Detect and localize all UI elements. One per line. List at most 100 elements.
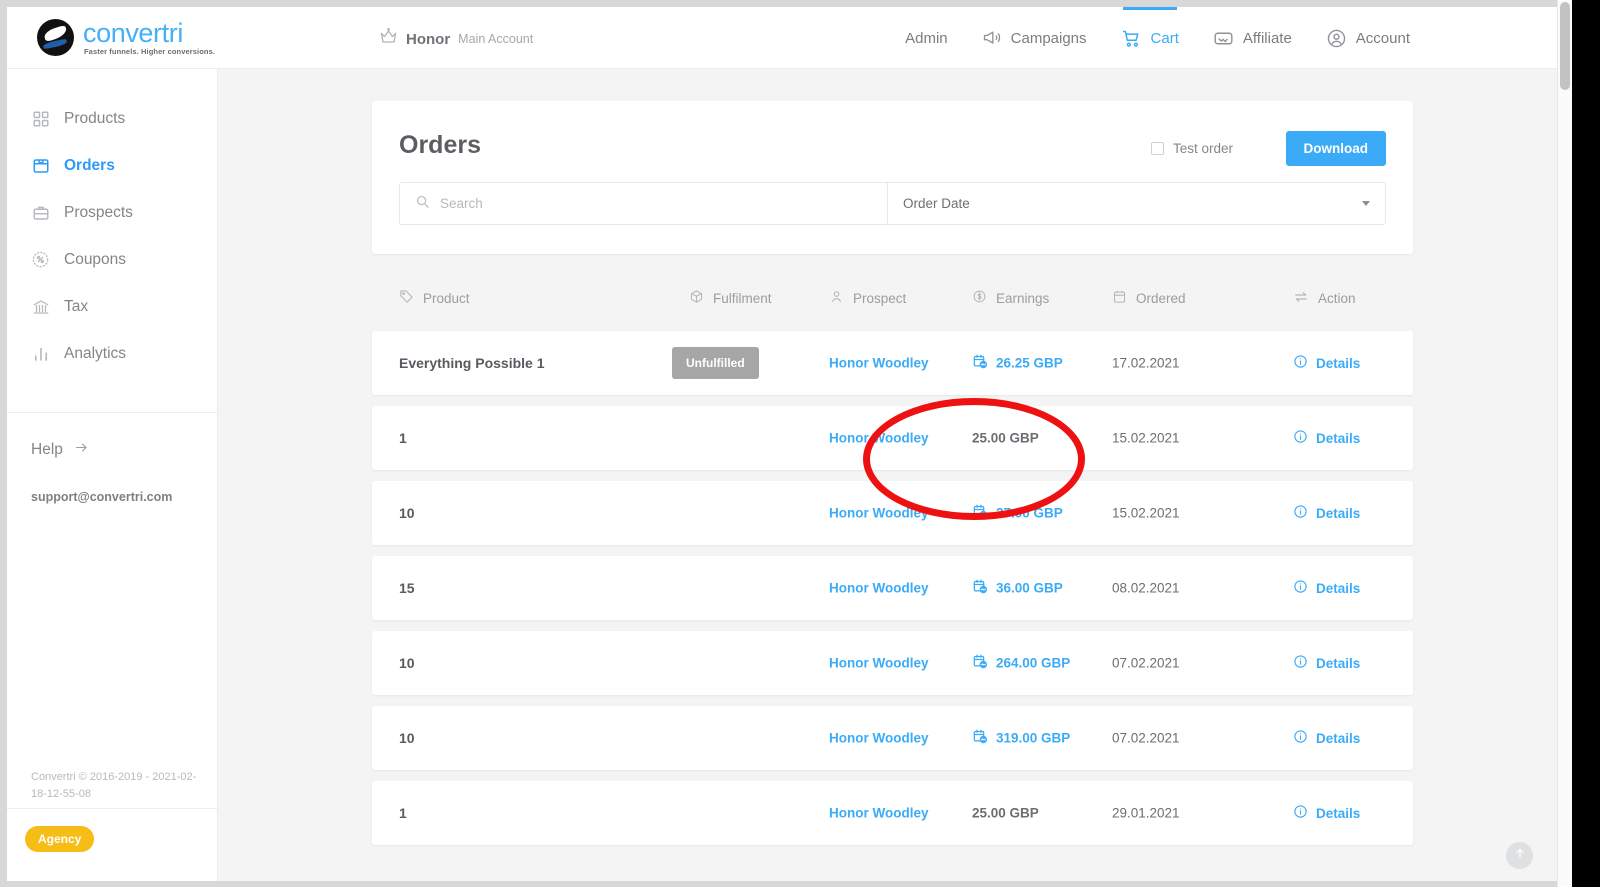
sidebar-label-analytics: Analytics (64, 344, 127, 362)
cell-prospect-link[interactable]: Honor Woodley (829, 731, 929, 746)
details-label: Details (1316, 430, 1361, 446)
cell-earnings: 264.00 GBP (972, 654, 1070, 673)
details-link[interactable]: Details (1293, 729, 1360, 747)
table-row[interactable]: 1 Honor Woodley 25.00 GBP 29.01.2021 Details (372, 781, 1413, 845)
recurring-subscription-icon (972, 504, 988, 523)
cell-prospect-link[interactable]: Honor Woodley (829, 656, 929, 671)
app-header: convertri Faster funnels. Higher convers… (7, 7, 1565, 69)
sidebar-item-prospects[interactable]: Prospects (7, 189, 217, 236)
cell-product: 1 (399, 430, 407, 446)
cell-product: Everything Possible 1 (399, 355, 545, 371)
cell-prospect-link[interactable]: Honor Woodley (829, 356, 929, 371)
tag-icon (399, 289, 414, 307)
cell-prospect-link[interactable]: Honor Woodley (829, 506, 929, 521)
details-label: Details (1316, 805, 1361, 821)
sidebar-label-coupons: Coupons (64, 250, 127, 268)
details-label: Details (1316, 355, 1361, 371)
info-circle-icon (1293, 729, 1308, 747)
page-scrollbar-track[interactable] (1557, 0, 1572, 887)
calendar-icon (1112, 289, 1127, 307)
agency-badge[interactable]: Agency (25, 826, 95, 852)
cell-product: 10 (399, 730, 415, 746)
grid-icon (31, 109, 50, 128)
sidebar-item-analytics[interactable]: Analytics (7, 330, 217, 377)
cell-ordered-date: 29.01.2021 (1112, 805, 1180, 821)
table-row[interactable]: 10 Honor Woodley 319.00 GBP 07.02.2021 Detai… (372, 706, 1413, 770)
help-link[interactable]: Help (31, 440, 89, 460)
sidebar-item-products[interactable]: Products (7, 95, 217, 142)
account-switcher[interactable]: Honor Main Account (379, 27, 533, 51)
support-email-link[interactable]: support@convertri.com (31, 490, 172, 504)
page-scrollbar-thumb[interactable] (1560, 2, 1570, 90)
download-button[interactable]: Download (1285, 131, 1386, 166)
column-label-fulfilment: Fulfilment (713, 290, 772, 306)
checkbox-box (1150, 142, 1164, 155)
main-content: Orders Test order Download Order Date (218, 69, 1557, 881)
table-row[interactable]: 10 Honor Woodley 27.00 GBP 15.02.2021 Detail… (372, 481, 1413, 545)
nav-item-account[interactable]: Account (1326, 7, 1410, 69)
box-icon (31, 156, 50, 175)
details-link[interactable]: Details (1293, 579, 1360, 597)
cell-earnings: 27.00 GBP (972, 504, 1063, 523)
page-title: Orders (399, 131, 481, 159)
cell-prospect-link[interactable]: Honor Woodley (829, 431, 929, 446)
details-link[interactable]: Details (1293, 354, 1360, 372)
cell-prospect-link[interactable]: Honor Woodley (829, 806, 929, 821)
nav-item-cart[interactable]: Cart (1121, 7, 1179, 69)
status-badge[interactable]: Unfulfilled (672, 347, 759, 379)
table-row[interactable]: 10 Honor Woodley 264.00 GBP 07.02.2021 Detai… (372, 631, 1413, 695)
table-row[interactable]: 1 Honor Woodley 25.00 GBP 15.02.2021 Details (372, 406, 1413, 470)
window-right-edge (1572, 0, 1600, 887)
cell-prospect-link[interactable]: Honor Woodley (829, 581, 929, 596)
nav-item-affiliate[interactable]: Affiliate (1213, 7, 1292, 69)
column-header-earnings: Earnings (972, 289, 1049, 307)
recurring-subscription-icon (972, 654, 988, 673)
recurring-subscription-icon (972, 729, 988, 748)
cell-fulfilment: Unfulfilled (672, 347, 759, 379)
cell-product: 10 (399, 505, 415, 521)
sidebar-item-coupons[interactable]: Coupons (7, 236, 217, 283)
sidebar-item-tax[interactable]: Tax (7, 283, 217, 330)
cell-earnings: 319.00 GBP (972, 729, 1070, 748)
column-header-fulfilment: Fulfilment (689, 289, 772, 307)
account-name: Honor (406, 30, 451, 48)
table-row[interactable]: 15 Honor Woodley 36.00 GBP 08.02.2021 Detail… (372, 556, 1413, 620)
earnings-value: 25.00 GBP (972, 805, 1039, 821)
sidebar-item-orders[interactable]: Orders (7, 142, 217, 189)
top-nav: Admin Campaigns Cart Affiliate Account (905, 7, 1410, 69)
cell-ordered-date: 15.02.2021 (1112, 430, 1180, 446)
order-date-select-value: Order Date (903, 196, 970, 211)
details-link[interactable]: Details (1293, 654, 1360, 672)
test-order-label: Test order (1172, 141, 1233, 156)
cell-product: 1 (399, 805, 407, 821)
column-label-ordered: Ordered (1136, 290, 1186, 306)
nav-item-campaigns[interactable]: Campaigns (982, 7, 1087, 69)
handshake-icon (1213, 28, 1234, 49)
account-subtitle: Main Account (458, 32, 534, 46)
details-label: Details (1316, 730, 1361, 746)
cell-ordered-date: 17.02.2021 (1112, 355, 1180, 371)
details-link[interactable]: Details (1293, 504, 1360, 522)
convertri-logo[interactable]: convertri Faster funnels. Higher convers… (37, 19, 215, 56)
order-date-select[interactable]: Order Date (888, 183, 1385, 224)
search-input[interactable] (440, 196, 872, 211)
user-circle-icon (1326, 28, 1347, 49)
nav-item-admin[interactable]: Admin (905, 7, 948, 69)
convertri-logo-icon (37, 19, 74, 56)
search-field[interactable] (400, 183, 888, 224)
test-order-checkbox[interactable]: Test order (1150, 141, 1233, 156)
details-link[interactable]: Details (1293, 804, 1360, 822)
cell-product: 15 (399, 580, 415, 596)
nav-label-cart: Cart (1150, 29, 1179, 47)
table-row[interactable]: Everything Possible 1 Unfulfilled Honor Wo… (372, 331, 1413, 395)
cell-ordered-date: 07.02.2021 (1112, 655, 1180, 671)
window-top-strip (0, 0, 1600, 7)
scroll-to-top-button[interactable] (1506, 842, 1533, 869)
details-link[interactable]: Details (1293, 429, 1360, 447)
info-circle-icon (1293, 429, 1308, 447)
recurring-subscription-icon (972, 354, 988, 373)
transfer-icon (1293, 289, 1309, 308)
info-circle-icon (1293, 504, 1308, 522)
cell-ordered-date: 08.02.2021 (1112, 580, 1180, 596)
cell-earnings: 26.25 GBP (972, 354, 1063, 373)
